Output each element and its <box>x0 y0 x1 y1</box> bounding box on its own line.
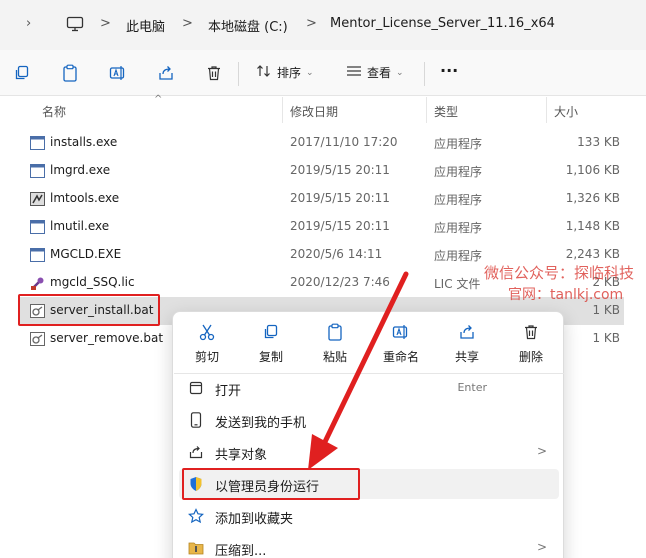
annotation-arrow <box>308 271 409 470</box>
arrow-head <box>308 434 338 470</box>
arrow-shaft <box>319 271 409 451</box>
